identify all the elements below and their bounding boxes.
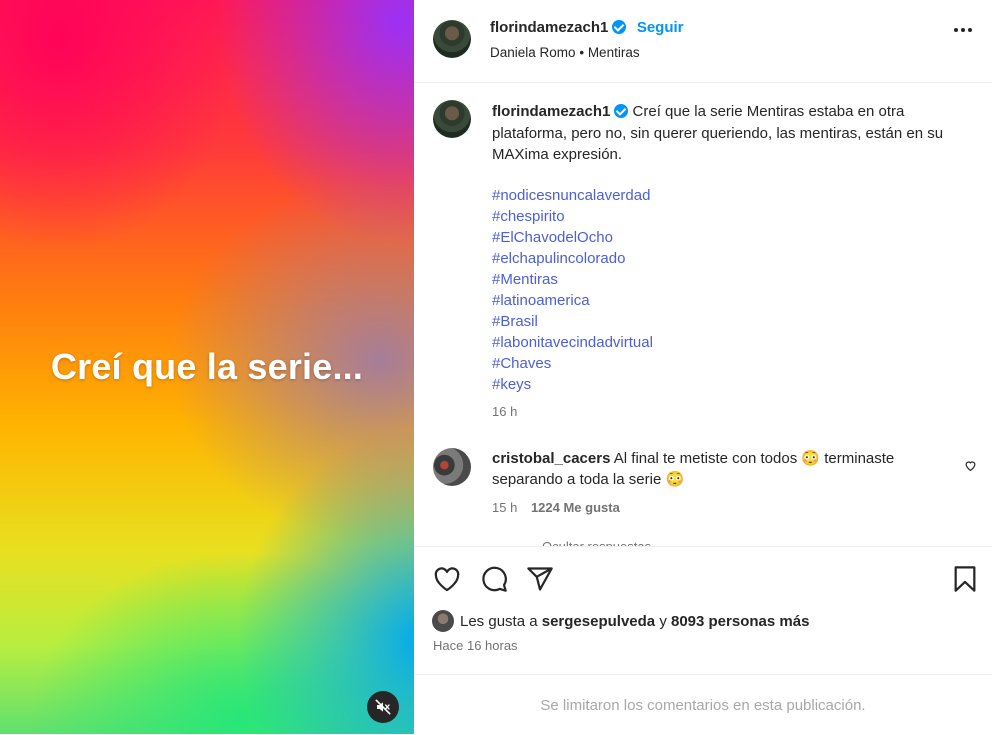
speaker-muted-icon [375, 699, 391, 715]
hide-replies-link[interactable]: Ocultar respuestas [542, 539, 651, 546]
comment-heart-icon[interactable] [964, 459, 977, 472]
audio-track[interactable]: Mentiras [588, 45, 640, 60]
comment-meta: 15 h 1224 Me gusta [492, 498, 952, 519]
hashtag[interactable]: #chespirito [492, 206, 653, 227]
caption-username[interactable]: florindamezach1 [492, 103, 610, 120]
comments-limited-notice: Se limitaron los comentarios en esta pub… [414, 674, 992, 735]
post-details-panel: florindamezach1 Seguir Daniela Romo • Me… [414, 0, 992, 734]
more-options-icon[interactable] [954, 28, 972, 32]
liker-username[interactable]: sergesepulveda [542, 613, 655, 630]
hashtag[interactable]: #ElChavodelOcho [492, 227, 653, 248]
hashtag[interactable]: #Mentiras [492, 269, 653, 290]
share-icon[interactable] [526, 565, 554, 593]
hashtag[interactable]: #Brasil [492, 311, 653, 332]
audio-artist[interactable]: Daniela Romo [490, 45, 576, 60]
header-user-line: florindamezach1 Seguir [490, 19, 684, 37]
heart-icon[interactable] [433, 566, 461, 592]
comment-icon[interactable] [480, 565, 508, 593]
audio-info[interactable]: Daniela Romo • Mentiras [490, 45, 640, 60]
post-media[interactable]: Creí que la serie... [0, 0, 414, 734]
likes-others[interactable]: 8093 personas más [671, 613, 809, 630]
caption-avatar[interactable] [433, 100, 471, 138]
hashtag[interactable]: #Chaves [492, 353, 653, 374]
comment-likes[interactable]: 1224 Me gusta [531, 500, 620, 515]
verified-badge-icon [614, 104, 629, 118]
hashtag[interactable]: #keys [492, 374, 653, 395]
media-overlay-text: Creí que la serie... [50, 346, 364, 387]
caption: florindamezach1 Creí que la serie Mentir… [492, 101, 970, 166]
hashtag-list: #nodicesnuncalaverdad #chespirito #ElCha… [492, 185, 653, 422]
comment-time[interactable]: 15 h [492, 500, 517, 515]
caption-time[interactable]: 16 h [492, 401, 653, 422]
mute-button[interactable] [367, 691, 399, 723]
post-header: florindamezach1 Seguir Daniela Romo • Me… [414, 0, 992, 83]
bookmark-icon[interactable] [953, 565, 977, 593]
avatar[interactable] [433, 20, 471, 58]
hashtag[interactable]: #labonitavecindadvirtual [492, 332, 653, 353]
hashtag[interactable]: #elchapulincolorado [492, 248, 653, 269]
audio-separator: • [579, 45, 585, 60]
verified-badge-icon [612, 20, 627, 34]
follow-button[interactable]: Seguir [637, 19, 684, 36]
likes-prefix: Les gusta a [460, 612, 538, 630]
comment: cristobal_cacers Al final te metiste con… [492, 449, 952, 519]
liker-avatar [432, 610, 454, 632]
hashtag[interactable]: #nodicesnuncalaverdad [492, 185, 653, 206]
emoji-flushed-icon: 😳 [665, 470, 685, 488]
post-date[interactable]: Hace 16 horas [433, 638, 518, 653]
comment-text-1: Al final te metiste con todos [613, 450, 798, 467]
header-username[interactable]: florindamezach1 [490, 19, 608, 36]
commenter-avatar[interactable] [433, 448, 471, 486]
likes-summary[interactable]: Les gusta a sergesepulveda y 8093 person… [432, 610, 809, 632]
comment-username[interactable]: cristobal_cacers [492, 450, 610, 467]
likes-joiner: y [659, 612, 667, 630]
hashtag[interactable]: #latinoamerica [492, 290, 653, 311]
emoji-flushed-icon: 😳 [801, 450, 821, 467]
